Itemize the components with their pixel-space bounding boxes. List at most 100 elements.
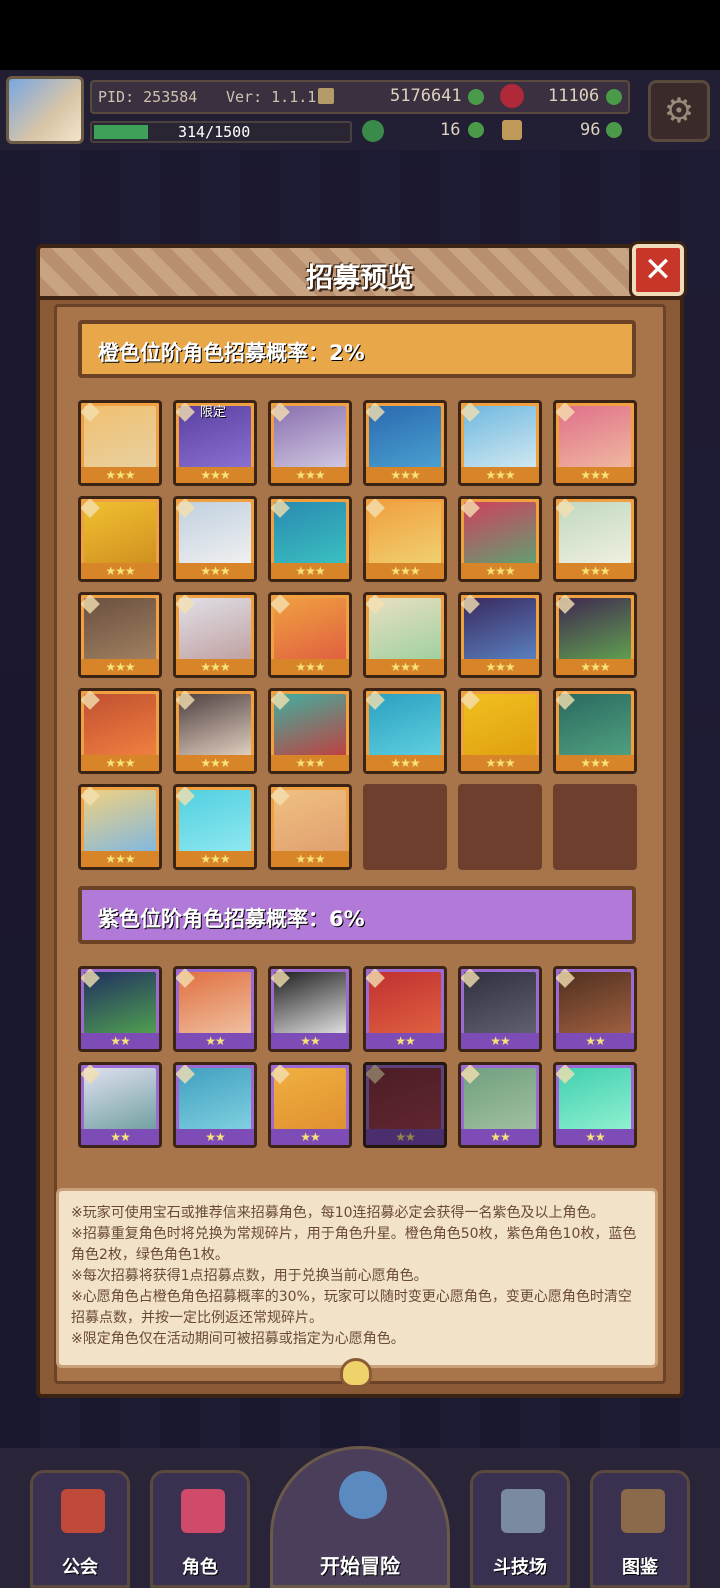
star-rating: ★★ bbox=[81, 1033, 159, 1049]
orange-character-card[interactable]: ★★★ bbox=[363, 688, 447, 774]
heart-scroll-icon bbox=[340, 1358, 372, 1388]
orange-character-card[interactable]: ★★★ bbox=[173, 784, 257, 870]
purple-character-card[interactable]: ★★ bbox=[363, 966, 447, 1052]
gem-icon bbox=[500, 84, 524, 108]
nav-arena[interactable]: 斗技场 bbox=[470, 1470, 570, 1588]
note-line: ※每次招募将获得1点招募点数，用于兑换当前心愿角色。 bbox=[71, 1268, 428, 1284]
purple-character-card[interactable]: ★★ bbox=[173, 966, 257, 1052]
orange-character-card[interactable]: ★★★ bbox=[553, 496, 637, 582]
purple-character-grid: ★★ ★★ ★★ ★★ ★★ ★★ ★★ ★★ ★★ ★★ ★★ ★★ bbox=[78, 966, 637, 1148]
star-rating: ★★★ bbox=[556, 659, 634, 675]
gem-count: 11106 bbox=[548, 86, 600, 106]
nav-characters[interactable]: 角色 bbox=[150, 1470, 250, 1588]
scroll-icon bbox=[318, 88, 334, 104]
star-rating: ★★ bbox=[366, 1033, 444, 1049]
note-line: ※限定角色仅在活动期间可被招募或指定为心愿角色。 bbox=[71, 1331, 405, 1347]
player-avatar[interactable] bbox=[6, 76, 84, 144]
purple-character-card[interactable]: ★★ bbox=[458, 1062, 542, 1148]
orange-character-card[interactable]: ★★★ bbox=[363, 400, 447, 486]
star-rating: ★★ bbox=[176, 1033, 254, 1049]
star-rating: ★★★ bbox=[81, 755, 159, 771]
orange-character-card[interactable]: ★★★ bbox=[268, 784, 352, 870]
purple-character-card[interactable]: ★★ bbox=[363, 1062, 447, 1148]
star-rating: ★★★ bbox=[366, 563, 444, 579]
purple-tier-banner: 紫色位阶角色招募概率：6% bbox=[78, 886, 636, 944]
purple-character-card[interactable]: ★★ bbox=[78, 966, 162, 1052]
orange-character-card[interactable]: ★★★ bbox=[78, 496, 162, 582]
orange-character-card[interactable]: ★★★ bbox=[78, 688, 162, 774]
purple-character-card[interactable]: ★★ bbox=[458, 966, 542, 1052]
clover-currency-icon bbox=[468, 89, 484, 105]
add-gem-icon[interactable] bbox=[606, 89, 622, 105]
purple-character-card[interactable]: ★★ bbox=[553, 1062, 637, 1148]
modal-title: 招募预览 bbox=[306, 263, 414, 294]
star-rating: ★★ bbox=[271, 1033, 349, 1049]
purple-character-card[interactable]: ★★ bbox=[268, 966, 352, 1052]
purple-character-card[interactable]: ★★ bbox=[173, 1062, 257, 1148]
orange-character-grid: ★★★ ★★★ 限定 ★★★ ★★★ ★★★ ★★★ ★★★ ★★★ ★★★ ★★★ ★★★ ★★★ ★★… bbox=[78, 400, 637, 870]
orange-character-card[interactable]: ★★★ bbox=[363, 496, 447, 582]
orange-character-card[interactable]: ★★★ bbox=[268, 496, 352, 582]
exp-bar-fill bbox=[94, 125, 148, 139]
star-rating: ★★ bbox=[461, 1129, 539, 1145]
orange-character-card[interactable]: ★★★ bbox=[553, 400, 637, 486]
star-rating: ★★ bbox=[81, 1129, 159, 1145]
crossed-swords-icon bbox=[501, 1489, 545, 1533]
empty-slot bbox=[553, 784, 637, 870]
orange-character-card[interactable]: ★★★ bbox=[268, 400, 352, 486]
star-rating: ★★★ bbox=[366, 467, 444, 483]
orange-character-card[interactable]: ★★★ bbox=[173, 688, 257, 774]
orange-character-card[interactable]: ★★★ bbox=[553, 688, 637, 774]
clover-count: 16 bbox=[440, 120, 461, 140]
orange-tier-banner: 橙色位阶角色招募概率：2% bbox=[78, 320, 636, 378]
limited-badge: 限定 bbox=[200, 405, 227, 420]
orange-character-card[interactable]: ★★★ bbox=[458, 688, 542, 774]
star-rating: ★★★ bbox=[461, 563, 539, 579]
orange-character-card[interactable]: ★★★ bbox=[173, 496, 257, 582]
purple-character-card[interactable]: ★★ bbox=[78, 1062, 162, 1148]
exp-text: 314/1500 bbox=[178, 123, 251, 141]
star-rating: ★★ bbox=[556, 1033, 634, 1049]
close-button[interactable]: ✕ bbox=[632, 244, 684, 296]
star-rating: ★★★ bbox=[366, 755, 444, 771]
orange-character-card[interactable]: ★★★ bbox=[78, 400, 162, 486]
star-rating: ★★★ bbox=[271, 851, 349, 867]
orange-character-card[interactable]: ★★★ bbox=[268, 592, 352, 678]
nav-characters-label: 角色 bbox=[182, 1557, 218, 1578]
settings-button[interactable]: ⚙ bbox=[648, 80, 710, 142]
empty-slot bbox=[458, 784, 542, 870]
add-clover-icon[interactable] bbox=[468, 122, 484, 138]
add-ticket-icon[interactable] bbox=[606, 122, 622, 138]
orange-character-card[interactable]: ★★★ bbox=[553, 592, 637, 678]
star-rating: ★★★ bbox=[81, 563, 159, 579]
orange-character-card[interactable]: ★★★ 限定 bbox=[173, 400, 257, 486]
nav-guild-label: 公会 bbox=[62, 1557, 98, 1578]
star-rating: ★★★ bbox=[366, 659, 444, 675]
nav-codex-label: 图鉴 bbox=[622, 1557, 658, 1578]
ticket-icon bbox=[502, 120, 522, 140]
nav-codex[interactable]: 图鉴 bbox=[590, 1470, 690, 1588]
orange-character-card[interactable]: ★★★ bbox=[458, 496, 542, 582]
orange-character-card[interactable]: ★★★ bbox=[458, 592, 542, 678]
note-line: ※玩家可使用宝石或推荐信来招募角色，每10连招募必定会获得一名紫色及以上角色。 bbox=[71, 1205, 605, 1221]
star-rating: ★★★ bbox=[176, 851, 254, 867]
note-line: ※招募重复角色时将兑换为常规碎片，用于角色升星。橙色角色50枚，紫色角色10枚，… bbox=[71, 1226, 637, 1263]
orange-character-card[interactable]: ★★★ bbox=[78, 592, 162, 678]
nav-arena-label: 斗技场 bbox=[493, 1557, 547, 1578]
gear-icon: ⚙ bbox=[663, 91, 695, 131]
purple-character-card[interactable]: ★★ bbox=[268, 1062, 352, 1148]
star-rating: ★★ bbox=[556, 1129, 634, 1145]
book-icon bbox=[621, 1489, 665, 1533]
orange-character-card[interactable]: ★★★ bbox=[78, 784, 162, 870]
orange-character-card[interactable]: ★★★ bbox=[173, 592, 257, 678]
player-id: PID: 253584 bbox=[98, 88, 198, 106]
orange-character-card[interactable]: ★★★ bbox=[363, 592, 447, 678]
nav-guild[interactable]: 公会 bbox=[30, 1470, 130, 1588]
orange-character-card[interactable]: ★★★ bbox=[458, 400, 542, 486]
close-icon: ✕ bbox=[643, 250, 673, 290]
star-rating: ★★★ bbox=[556, 467, 634, 483]
nav-adventure-label: 开始冒险 bbox=[320, 1554, 400, 1578]
purple-character-card[interactable]: ★★ bbox=[553, 966, 637, 1052]
orange-character-card[interactable]: ★★★ bbox=[268, 688, 352, 774]
star-rating: ★★★ bbox=[176, 563, 254, 579]
